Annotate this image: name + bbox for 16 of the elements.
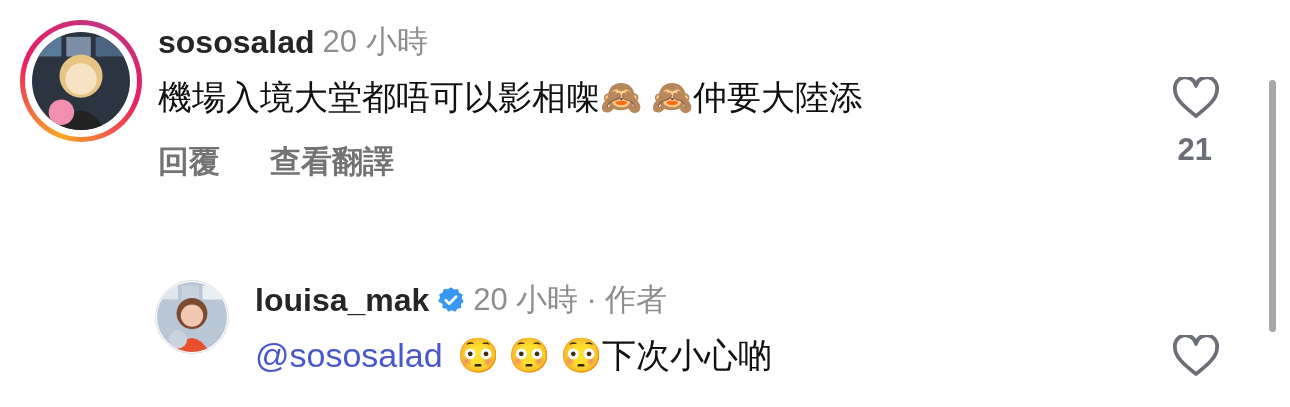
comment-action[interactable]: 查看翻譯	[270, 139, 394, 186]
heart-icon[interactable]	[1172, 76, 1220, 119]
author-label: 作者	[604, 280, 667, 319]
timestamp: 20 小時	[322, 22, 428, 61]
heart-icon[interactable]	[1172, 334, 1220, 377]
verified-badge-icon	[437, 286, 466, 314]
separator-dot: ·	[586, 280, 597, 319]
comment-action[interactable]: 回覆	[158, 139, 220, 186]
timestamp: 20 小時	[473, 280, 579, 319]
username[interactable]: louisa_mak	[255, 276, 430, 324]
username[interactable]: sososalad	[158, 18, 315, 66]
mention-link[interactable]: @sososalad	[255, 330, 443, 381]
comment-text: 😳 😳 😳下次小心啲	[456, 335, 772, 376]
comment-text: 機場入境大堂都唔可以影相㗎🙈 🙈仲要大陸添	[158, 77, 864, 118]
scrollbar[interactable]	[1269, 80, 1276, 332]
like-count: 21	[1177, 131, 1212, 169]
